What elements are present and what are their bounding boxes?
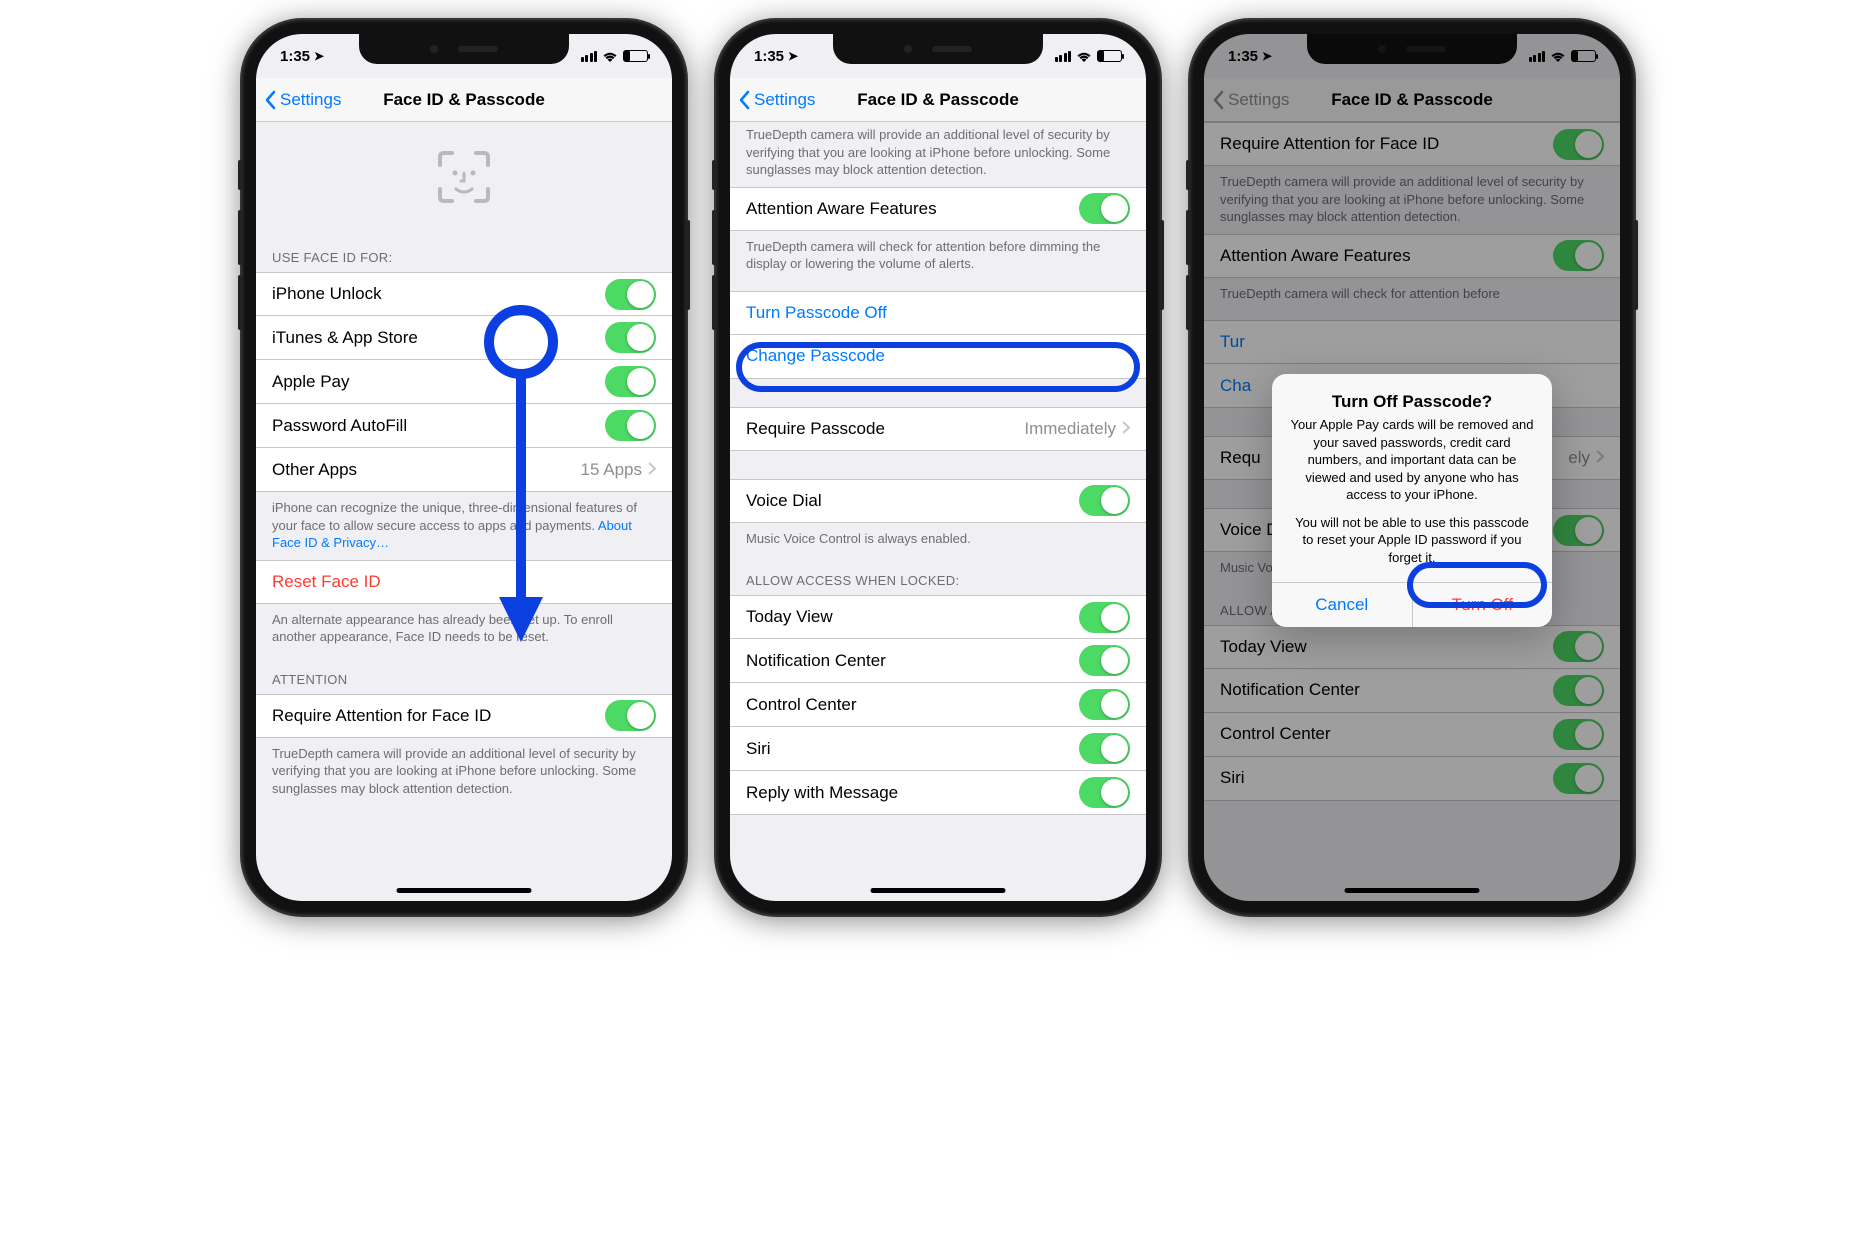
- chevron-right-icon: [648, 460, 656, 480]
- toggle-itunes[interactable]: [605, 322, 656, 353]
- other-apps-count: 15 Apps: [581, 460, 642, 480]
- status-time: 1:35: [280, 48, 310, 65]
- row-change-passcode[interactable]: Change Passcode: [730, 335, 1146, 379]
- row-control-center[interactable]: Control Center: [730, 683, 1146, 727]
- location-icon: ➤: [788, 49, 798, 63]
- row-reset-faceid[interactable]: Reset Face ID: [256, 560, 672, 604]
- toggle-require-attention[interactable]: [605, 700, 656, 731]
- back-button[interactable]: Settings: [264, 78, 341, 121]
- settings-content[interactable]: USE FACE ID FOR: iPhone Unlock iTunes & …: [256, 122, 672, 901]
- phone-mockup-2: 1:35 ➤ Settings Face ID & Passcode TrueDe…: [716, 20, 1160, 915]
- home-indicator[interactable]: [397, 888, 532, 893]
- alert-title: Turn Off Passcode?: [1288, 392, 1536, 412]
- alert-message: Your Apple Pay cards will be removed and…: [1288, 416, 1536, 566]
- row-other-apps[interactable]: Other Apps15 Apps: [256, 448, 672, 492]
- toggle-siri[interactable]: [1079, 733, 1130, 764]
- alert-turn-off-button[interactable]: Turn Off: [1413, 583, 1553, 627]
- toggle-voice-dial[interactable]: [1079, 485, 1130, 516]
- use-faceid-footer: iPhone can recognize the unique, three-d…: [256, 492, 672, 560]
- section-header-use-faceid: USE FACE ID FOR:: [256, 232, 672, 272]
- battery-icon: [1097, 50, 1122, 62]
- status-time: 1:35: [754, 48, 784, 65]
- nav-bar: Settings Face ID & Passcode: [730, 78, 1146, 122]
- row-require-passcode[interactable]: Require PasscodeImmediately: [730, 407, 1146, 451]
- require-passcode-value: Immediately: [1024, 419, 1116, 439]
- alert-cancel-button[interactable]: Cancel: [1272, 583, 1413, 627]
- section-header-allow-access: ALLOW ACCESS WHEN LOCKED:: [730, 555, 1146, 595]
- row-apple-pay[interactable]: Apple Pay: [256, 360, 672, 404]
- home-indicator[interactable]: [871, 888, 1006, 893]
- nav-title: Face ID & Passcode: [857, 90, 1019, 110]
- nav-bar: Settings Face ID & Passcode: [256, 78, 672, 122]
- faceid-hero: [256, 122, 672, 232]
- voice-dial-footer: Music Voice Control is always enabled.: [730, 523, 1146, 556]
- require-attention-footer: TrueDepth camera will provide an additio…: [256, 738, 672, 806]
- section-header-attention: ATTENTION: [256, 654, 672, 694]
- truedepth-footer-partial: TrueDepth camera will provide an additio…: [730, 122, 1146, 187]
- toggle-today-view[interactable]: [1079, 602, 1130, 633]
- battery-icon: [623, 50, 648, 62]
- toggle-reply[interactable]: [1079, 777, 1130, 808]
- toggle-iphone-unlock[interactable]: [605, 279, 656, 310]
- back-button[interactable]: Settings: [738, 78, 815, 121]
- cellular-icon: [1055, 51, 1072, 62]
- back-label: Settings: [754, 90, 815, 110]
- toggle-apple-pay[interactable]: [605, 366, 656, 397]
- notch: [359, 34, 569, 64]
- notch: [833, 34, 1043, 64]
- reset-footer: An alternate appearance has already been…: [256, 604, 672, 654]
- chevron-left-icon: [738, 90, 750, 110]
- chevron-left-icon: [264, 90, 276, 110]
- toggle-autofill[interactable]: [605, 410, 656, 441]
- toggle-attention-aware[interactable]: [1079, 193, 1130, 224]
- back-label: Settings: [280, 90, 341, 110]
- turn-off-passcode-alert: Turn Off Passcode? Your Apple Pay cards …: [1272, 374, 1552, 627]
- wifi-icon: [602, 50, 618, 62]
- row-attention-aware[interactable]: Attention Aware Features: [730, 187, 1146, 231]
- nav-title: Face ID & Passcode: [383, 90, 545, 110]
- row-today-view[interactable]: Today View: [730, 595, 1146, 639]
- location-icon: ➤: [314, 49, 324, 63]
- chevron-right-icon: [1122, 419, 1130, 439]
- phone-mockup-1: 1:35 ➤ Settings Face ID & Passcode: [242, 20, 686, 915]
- row-voice-dial[interactable]: Voice Dial: [730, 479, 1146, 523]
- row-turn-passcode-off[interactable]: Turn Passcode Off: [730, 291, 1146, 335]
- toggle-control-center[interactable]: [1079, 689, 1130, 720]
- row-siri[interactable]: Siri: [730, 727, 1146, 771]
- row-iphone-unlock[interactable]: iPhone Unlock: [256, 272, 672, 316]
- row-reply-with-message[interactable]: Reply with Message: [730, 771, 1146, 815]
- phone-mockup-3: 1:35➤ Settings Face ID & Passcode Requir…: [1190, 20, 1634, 915]
- faceid-icon: [436, 149, 492, 205]
- toggle-notif-center[interactable]: [1079, 645, 1130, 676]
- wifi-icon: [1076, 50, 1092, 62]
- row-itunes[interactable]: iTunes & App Store: [256, 316, 672, 360]
- row-notification-center[interactable]: Notification Center: [730, 639, 1146, 683]
- attention-aware-footer: TrueDepth camera will check for attentio…: [730, 231, 1146, 281]
- row-require-attention[interactable]: Require Attention for Face ID: [256, 694, 672, 738]
- row-password-autofill[interactable]: Password AutoFill: [256, 404, 672, 448]
- settings-content[interactable]: TrueDepth camera will provide an additio…: [730, 122, 1146, 901]
- cellular-icon: [581, 51, 598, 62]
